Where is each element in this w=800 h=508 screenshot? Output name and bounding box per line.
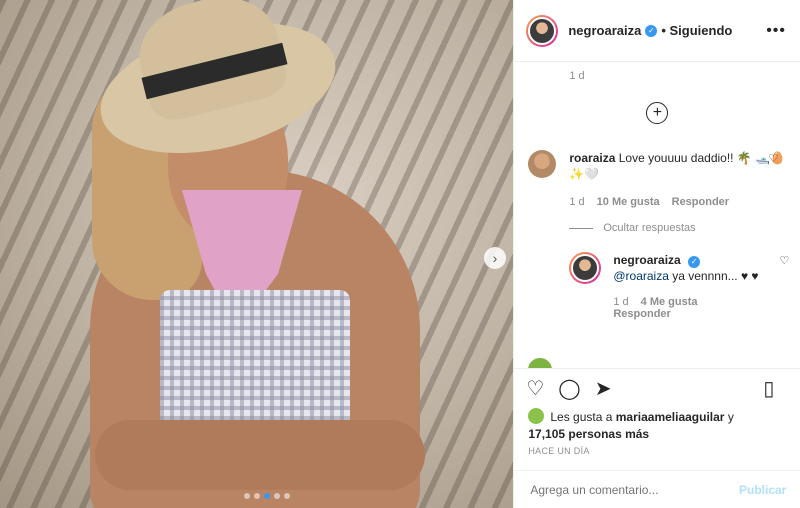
heart-icon[interactable]: ♡ xyxy=(768,152,778,165)
comment-item: roaraiza Love youuuu daddio!! 🌴 🛥️🥚✨🤍 1 … xyxy=(528,150,788,208)
carousel-dot xyxy=(274,493,280,499)
avatar[interactable] xyxy=(569,252,602,284)
reply-text: negroaraiza ✓ @roaraiza ya vennnn... ♥ ♥ xyxy=(613,253,759,283)
reply-username[interactable]: negroaraiza xyxy=(613,253,680,267)
carousel-dot xyxy=(254,493,260,499)
share-icon[interactable]: ➤ xyxy=(595,379,612,399)
post-timestamp: HACE UN DÍA xyxy=(528,446,590,456)
follow-status[interactable]: • Siguiendo xyxy=(661,23,732,38)
likes-count[interactable]: 17,105 personas más xyxy=(528,427,649,441)
comment-input[interactable] xyxy=(528,481,739,498)
chevron-right-icon: › xyxy=(492,250,498,266)
avatar[interactable] xyxy=(528,150,557,178)
comment-time: 1 d xyxy=(613,296,629,308)
publish-button[interactable]: Publicar xyxy=(739,483,786,497)
post-sidebar: negroaraiza ✓ • Siguiendo ••• 1 d + roar… xyxy=(513,0,800,508)
carousel-dot xyxy=(284,493,290,499)
more-dots-icon[interactable]: ••• xyxy=(766,22,786,40)
comment-likes[interactable]: 4 Me gusta xyxy=(641,296,698,308)
reply-button[interactable]: Responder xyxy=(613,308,670,320)
post-username[interactable]: negroaraiza xyxy=(568,23,641,38)
comment-text: roaraiza Love youuuu daddio!! 🌴 🛥️🥚✨🤍 xyxy=(569,151,785,181)
avatar[interactable] xyxy=(526,14,559,47)
verified-icon: ✓ xyxy=(688,256,701,268)
hide-replies-button[interactable]: Ocultar respuestas xyxy=(569,222,696,234)
post-header: negroaraiza ✓ • Siguiendo ••• xyxy=(514,0,800,62)
avatar xyxy=(528,408,545,424)
photo-arms xyxy=(95,420,425,490)
heart-icon[interactable]: ♡ xyxy=(779,254,789,267)
likes-summary: Les gusta a mariaameliaaguilar y 17,105 … xyxy=(528,408,734,441)
mention-link[interactable]: @roaraiza xyxy=(613,269,669,283)
comment-time: 1 d xyxy=(569,70,585,82)
liker-username[interactable]: mariaameliaaguilar xyxy=(616,410,725,424)
reply-button[interactable]: Responder xyxy=(672,196,729,208)
next-photo-button[interactable]: › xyxy=(484,247,506,269)
carousel-dots xyxy=(244,493,290,499)
reply-item: negroaraiza ✓ @roaraiza ya vennnn... ♥ ♥… xyxy=(569,252,789,320)
comment-icon[interactable]: ◯ xyxy=(558,379,580,399)
avatar[interactable] xyxy=(528,358,553,368)
post-photo[interactable]: › xyxy=(0,0,514,508)
comment-time: 1 d xyxy=(569,196,585,208)
reply-actions-2: Responder xyxy=(613,308,789,320)
reply-actions: 1 d 4 Me gusta xyxy=(613,296,789,308)
carousel-dot xyxy=(244,493,250,499)
comment-actions: 1 d 10 Me gusta Responder xyxy=(569,196,788,208)
verified-icon: ✓ xyxy=(645,24,658,37)
load-more-comments-icon[interactable]: + xyxy=(646,102,669,124)
comments-list: 1 d + roaraiza Love youuuu daddio!! 🌴 🛥️… xyxy=(514,62,800,368)
carousel-dot-active xyxy=(264,493,270,499)
bookmark-icon[interactable]: ▯ xyxy=(763,379,774,399)
post-actions-bar: ♡ ◯ ➤ ▯ xyxy=(514,368,800,408)
heart-icon[interactable]: ♡ xyxy=(526,379,544,399)
comment-likes[interactable]: 10 Me gusta xyxy=(597,196,660,208)
add-comment-bar: Publicar xyxy=(514,470,800,508)
comment-username[interactable]: roaraiza xyxy=(569,151,615,165)
